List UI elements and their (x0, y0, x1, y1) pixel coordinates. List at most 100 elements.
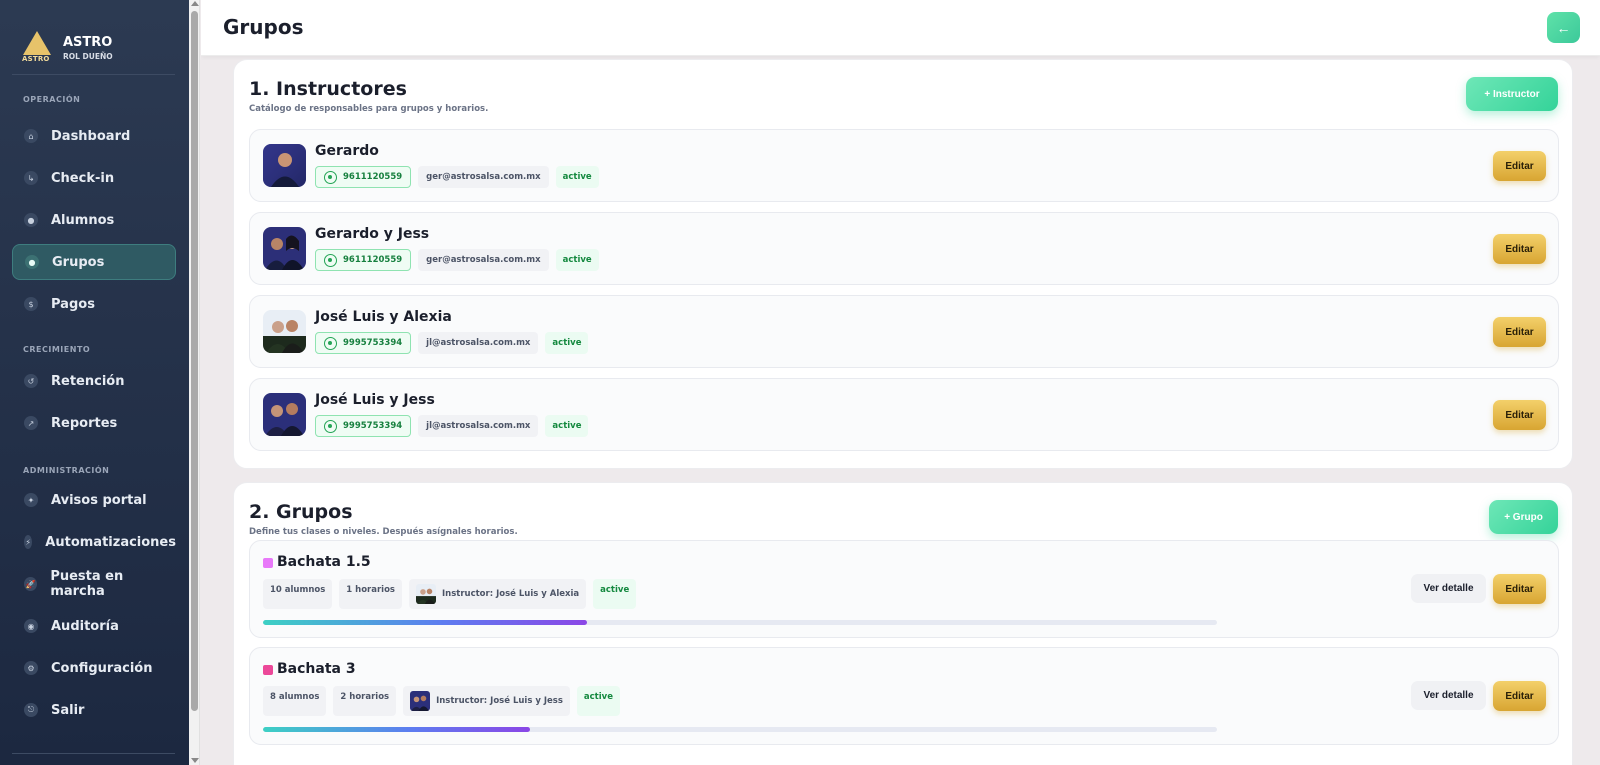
instructor-name: José Luis y Alexia (315, 309, 452, 325)
section-label-crecimiento: CRECIMIENTO (23, 345, 91, 354)
edit-instructor-button[interactable]: Editar (1493, 151, 1546, 181)
sidebar-item-label: Puesta en marcha (50, 569, 124, 599)
whatsapp-icon (324, 253, 337, 267)
group-instructor: Instructor: José Luis y Jess (403, 686, 570, 716)
sidebar-item-label: Avisos portal (51, 492, 147, 508)
scroll-up-arrow-icon[interactable] (191, 1, 199, 6)
whatsapp-phone-chip[interactable]: 9995753394 (315, 415, 412, 437)
back-button[interactable]: ← (1547, 12, 1580, 43)
status-badge: active (576, 686, 620, 716)
status-badge: active (555, 166, 599, 188)
sidebar-item-retención[interactable]: ↺ Retención (12, 363, 176, 399)
students-icon: ● (24, 213, 38, 227)
status-badge: active (555, 249, 599, 271)
instructors-subtitle: Catálogo de responsables para grupos y h… (249, 104, 489, 114)
instructor-avatar (410, 691, 431, 711)
whatsapp-phone-chip[interactable]: 9611120559 (315, 249, 412, 271)
brand[interactable]: ASTRO ASTRO ROL DUEÑO (0, 0, 189, 74)
sidebar-item-auditoría[interactable]: ◉ Auditoría (12, 608, 176, 644)
audit-icon: ◉ (24, 619, 38, 633)
payments-icon: $ (24, 297, 38, 311)
sidebar-item-label: Pagos (51, 296, 95, 312)
add-instructor-button[interactable]: + Instructor (1466, 77, 1558, 111)
instructor-row: José Luis y Jess 9995753394 jl@astrosalsa.… (249, 378, 1559, 451)
brand-name: ASTRO (63, 35, 113, 50)
students-count: 8 alumnos (263, 686, 327, 716)
group-progress-bar (263, 727, 1217, 732)
schedules-count: 1 horarios (339, 579, 402, 609)
sidebar-item-automatizaciones[interactable]: ⚡ Automatizaciones (12, 524, 176, 560)
sidebar-item-salir[interactable]: ⎋ Salir (12, 692, 176, 728)
brand-role: ROL DUEÑO (63, 52, 113, 61)
edit-group-button[interactable]: Editar (1493, 681, 1546, 711)
instructors-card: 1. Instructores Catálogo de responsables… (233, 59, 1573, 469)
sidebar-item-dashboard[interactable]: ⌂ Dashboard (12, 118, 176, 154)
sidebar-item-grupos[interactable]: ● Grupos (12, 244, 176, 280)
instructor-row: Gerardo y Jess 9611120559 ger@astrosalsa.c… (249, 212, 1559, 285)
sidebar-item-configuración[interactable]: ⚙ Configuración (12, 650, 176, 686)
sidebar-item-label: Auditoría (51, 618, 119, 634)
page-title: Grupos (223, 15, 304, 39)
sidebar-item-label: Reportes (51, 415, 118, 431)
instructor-avatar (416, 584, 436, 604)
group-progress-fill (263, 620, 588, 625)
sidebar-item-label: Configuración (51, 660, 153, 676)
sidebar-item-alumnos[interactable]: ● Alumnos (12, 202, 176, 238)
sidebar-item-check-in[interactable]: ↳ Check-in (12, 160, 176, 196)
group-progress-bar (263, 620, 1217, 625)
scroll-down-arrow-icon[interactable] (191, 758, 199, 763)
instructor-name: Gerardo (315, 143, 379, 159)
add-group-button[interactable]: + Grupo (1489, 500, 1558, 534)
edit-instructor-button[interactable]: Editar (1493, 317, 1546, 347)
phone-number: 9611120559 (343, 172, 403, 182)
home-icon: ⌂ (24, 129, 38, 143)
group-instructor-label: Instructor: José Luis y Alexia (442, 589, 580, 599)
instructor-email: jl@astrosalsa.com.mx (418, 332, 539, 354)
view-detail-button[interactable]: Ver detalle (1411, 681, 1486, 710)
whatsapp-icon (324, 170, 337, 184)
sidebar-item-avisos-portal[interactable]: ✦ Avisos portal (12, 482, 176, 518)
instructor-email: ger@astrosalsa.com.mx (418, 249, 549, 271)
whatsapp-icon (324, 336, 337, 350)
instructor-row: José Luis y Alexia 9995753394 jl@astrosals… (249, 295, 1559, 368)
sidebar-divider-bottom (12, 753, 175, 754)
group-row: Bachata 3 8 alumnos 2 horarios Instructor: … (249, 647, 1559, 745)
sidebar-item-label: Retención (51, 373, 125, 389)
sidebar-item-puesta-en-marcha[interactable]: 🚀 Puesta en marcha (12, 566, 176, 602)
whatsapp-phone-chip[interactable]: 9611120559 (315, 166, 412, 188)
instructor-email: ger@astrosalsa.com.mx (418, 166, 549, 188)
sidebar-item-pagos[interactable]: $ Pagos (12, 286, 176, 322)
sidebar-item-label: Alumnos (51, 212, 115, 228)
retention-icon: ↺ (24, 374, 38, 388)
group-name: Bachata 3 (277, 661, 356, 677)
automation-icon: ⚡ (24, 535, 33, 549)
sidebar-item-label: Grupos (52, 254, 105, 270)
phone-number: 9611120559 (343, 255, 403, 265)
groups-title: 2. Grupos (249, 501, 353, 523)
instructors-title: 1. Instructores (249, 78, 407, 100)
sidebar-item-label: Check-in (51, 170, 115, 186)
group-progress-fill (263, 727, 531, 732)
scroll-thumb[interactable] (191, 11, 198, 711)
sidebar-item-label: Dashboard (51, 128, 131, 144)
group-name: Bachata 1.5 (277, 554, 371, 570)
sidebar-item-reportes[interactable]: ↗ Reportes (12, 405, 176, 441)
instructor-avatar (263, 310, 306, 353)
astro-logo-icon: ASTRO (22, 31, 52, 65)
whatsapp-phone-chip[interactable]: 9995753394 (315, 332, 412, 354)
instructor-email: jl@astrosalsa.com.mx (418, 415, 539, 437)
instructor-name: Gerardo y Jess (315, 226, 430, 242)
instructor-avatar (263, 227, 306, 270)
edit-instructor-button[interactable]: Editar (1493, 234, 1546, 264)
view-detail-button[interactable]: Ver detalle (1411, 574, 1486, 603)
main-content: Grupos ← 1. Instructores Catálogo de res… (201, 0, 1600, 765)
schedules-count: 2 horarios (333, 686, 397, 716)
checkin-icon: ↳ (24, 171, 38, 185)
groups-subtitle: Define tus clases o niveles. Después así… (249, 527, 518, 537)
topbar: Grupos ← (201, 0, 1600, 56)
sidebar: ASTRO ASTRO ROL DUEÑO OPERACIÓN CRECIMIE… (0, 0, 189, 765)
vertical-scrollbar[interactable] (189, 0, 200, 765)
edit-group-button[interactable]: Editar (1493, 574, 1546, 604)
edit-instructor-button[interactable]: Editar (1493, 400, 1546, 430)
instructor-row: Gerardo 9611120559 ger@astrosalsa.com.mx ac… (249, 129, 1559, 202)
